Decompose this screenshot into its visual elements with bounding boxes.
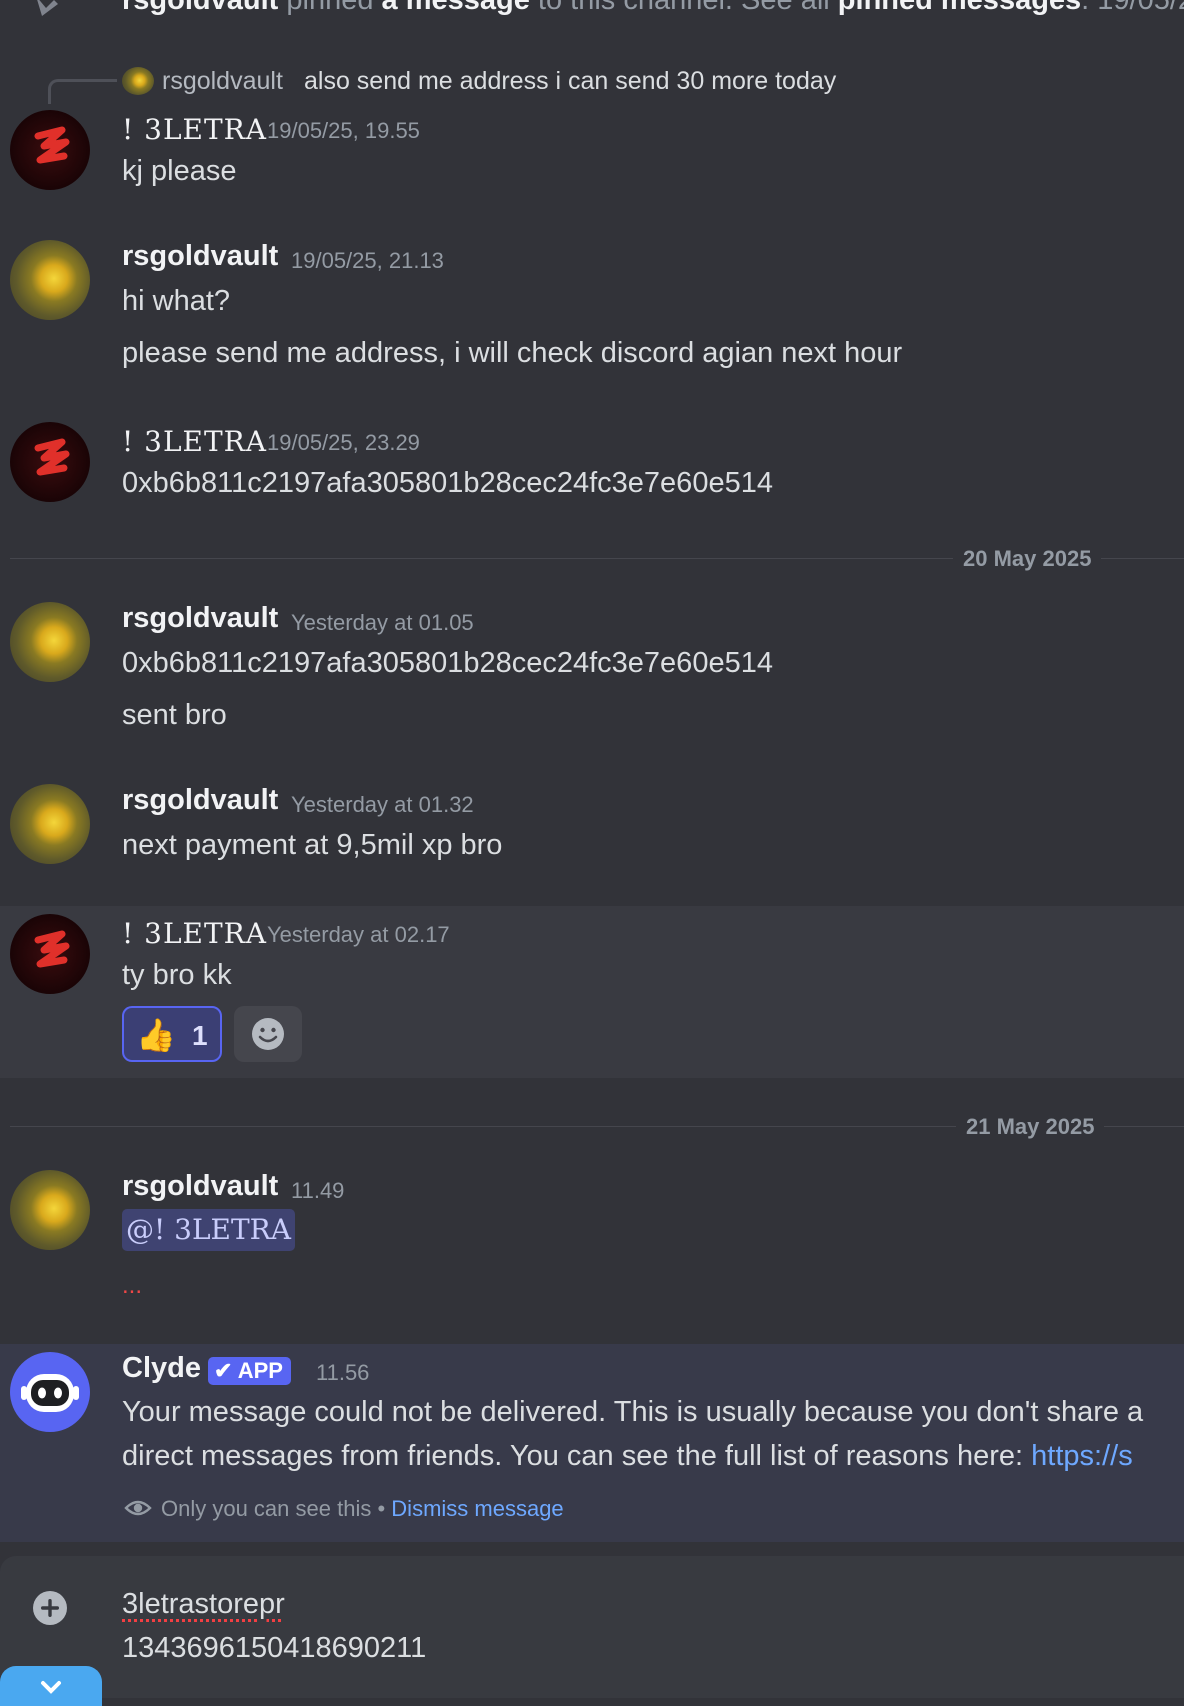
app-badge: ✔ APP	[208, 1357, 291, 1385]
timestamp[interactable]: 11.56	[316, 1360, 369, 1386]
reply-author[interactable]: rsgoldvault	[162, 67, 283, 96]
timestamp[interactable]: Yesterday at 01.05	[291, 610, 474, 636]
timestamp[interactable]: Yesterday at 01.32	[291, 792, 474, 818]
clyde-username[interactable]: Clyde	[122, 1352, 201, 1385]
message-text: next payment at 9,5mil xp bro	[122, 829, 503, 861]
system-actor[interactable]: rsgoldvault	[122, 0, 278, 16]
avatar[interactable]	[10, 602, 90, 682]
avatar[interactable]	[10, 914, 90, 994]
username[interactable]: rsgoldvault	[122, 784, 278, 817]
timestamp[interactable]: 19/05/25, 19.55	[267, 118, 420, 144]
username[interactable]: rsgoldvault	[122, 602, 278, 635]
message-text: hi what?	[122, 285, 231, 317]
add-reaction-button[interactable]	[234, 1006, 302, 1062]
system-time: . 19/05/25	[1081, 0, 1184, 16]
app-badge-label: APP	[237, 1358, 283, 1383]
thumbs-up-icon: 👍	[136, 1017, 176, 1053]
dismiss-message-link[interactable]: Dismiss message	[391, 1496, 563, 1521]
pinned-messages-link[interactable]: pinned messages	[838, 0, 1081, 16]
letra-logo-icon	[34, 126, 70, 164]
message-text: ty bro kk	[122, 959, 232, 991]
reaction-count: 1	[192, 1020, 208, 1051]
floating-app-button[interactable]	[0, 1666, 102, 1706]
clyde-avatar[interactable]	[10, 1352, 90, 1432]
message-composer[interactable]: 3letrastorepr 1343696150418690211	[0, 1556, 1184, 1706]
clyde-text-line-2: direct messages from friends. You can se…	[122, 1440, 1133, 1472]
user-mention[interactable]: @! 3LETRA	[122, 1209, 295, 1251]
chevron-icon	[41, 1681, 61, 1694]
avatar[interactable]	[10, 110, 90, 190]
message-text: 0xb6b811c2197afa305801b28cec24fc3e7e60e5…	[122, 467, 773, 499]
check-icon: ✔	[214, 1358, 233, 1383]
letra-logo-icon	[34, 438, 70, 476]
separator: •	[377, 1496, 386, 1521]
message-text: please send me address, i will check dis…	[122, 337, 903, 369]
reply-avatar[interactable]	[122, 67, 154, 95]
composer-line-2[interactable]: 1343696150418690211	[122, 1632, 426, 1665]
username[interactable]: ! 3LETRA	[122, 917, 267, 950]
letra-logo-icon	[34, 930, 70, 968]
username[interactable]: ! 3LETRA	[122, 113, 267, 146]
system-text-a: pinned	[286, 0, 374, 16]
system-text-c: to this channel. See all	[537, 0, 830, 16]
avatar[interactable]	[10, 1170, 90, 1250]
clyde-text-line-1: Your message could not be delivered. Thi…	[122, 1396, 1144, 1428]
only-you-notice: Only you can see this	[161, 1496, 372, 1521]
message-text: 0xb6b811c2197afa305801b28cec24fc3e7e60e5…	[122, 647, 773, 679]
username[interactable]: rsgoldvault	[122, 1170, 278, 1203]
reply-text[interactable]: also send me address i can send 30 more …	[304, 67, 836, 96]
smiley-icon	[252, 1018, 284, 1050]
eye-icon	[124, 1500, 152, 1516]
username[interactable]: rsgoldvault	[122, 240, 278, 273]
message-text: sent bro	[122, 699, 227, 731]
reasons-link[interactable]: https://s	[1031, 1440, 1133, 1472]
timestamp[interactable]: Yesterday at 02.17	[267, 922, 450, 948]
reaction-thumbs-up[interactable]: 👍 1	[122, 1006, 222, 1062]
composer-line-1[interactable]: 3letrastorepr	[122, 1588, 285, 1621]
date-divider-label: 21 May 2025	[956, 1114, 1105, 1140]
date-divider-label: 20 May 2025	[953, 546, 1102, 572]
system-pin-message: rsgoldvault pinned a message to this cha…	[0, 0, 1184, 16]
timestamp[interactable]: 19/05/25, 21.13	[291, 248, 444, 274]
message-text: ...	[122, 1272, 143, 1299]
plus-circle-icon[interactable]	[32, 1590, 68, 1626]
avatar[interactable]	[10, 240, 90, 320]
timestamp[interactable]: 19/05/25, 23.29	[267, 430, 420, 456]
username[interactable]: ! 3LETRA	[122, 425, 267, 458]
clyde-robot-icon	[21, 1374, 79, 1412]
system-text-b[interactable]: a message	[382, 0, 530, 16]
avatar[interactable]	[10, 422, 90, 502]
avatar[interactable]	[10, 784, 90, 864]
pin-icon	[37, 0, 58, 16]
timestamp[interactable]: 11.49	[291, 1178, 344, 1204]
message-text: kj please	[122, 155, 237, 187]
reply-spine	[48, 79, 117, 104]
